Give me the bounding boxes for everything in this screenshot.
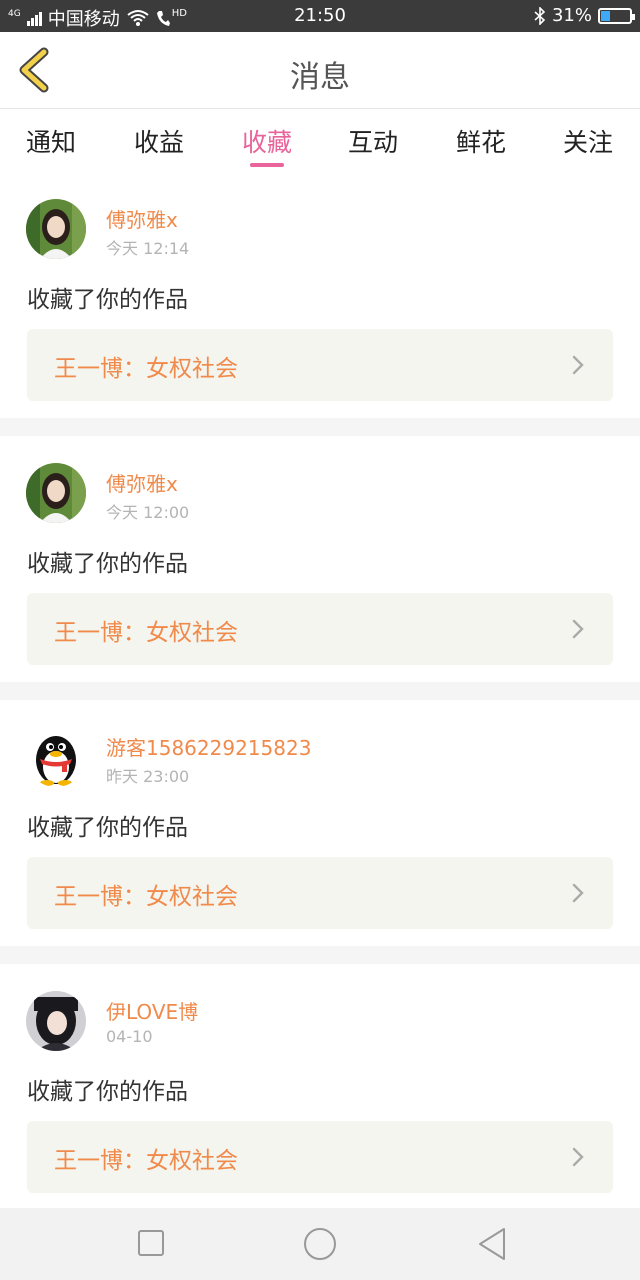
message-list: 傅弥雅x 今天 12:14 收藏了你的作品 王一博：女权社会 傅弥雅x 今天 1… <box>0 172 640 1210</box>
avatar[interactable] <box>26 199 86 259</box>
category-tabs: 通知 收益 收藏 互动 鲜花 关注 <box>0 109 640 171</box>
home-icon <box>304 1228 336 1260</box>
chevron-right-icon <box>572 883 584 903</box>
divider <box>0 682 640 700</box>
status-right: 31% <box>534 5 635 26</box>
chevron-right-icon <box>572 355 584 375</box>
app-header: 消息 <box>0 32 640 109</box>
work-title: 王一博：女权社会 <box>54 1148 238 1174</box>
recent-apps-button[interactable] <box>131 1226 171 1262</box>
work-title: 王一博：女权社会 <box>54 356 238 382</box>
work-link[interactable]: 王一博：女权社会 <box>27 857 613 929</box>
battery-percent: 31% <box>551 5 592 26</box>
action-text: 收藏了你的作品 <box>27 1079 188 1105</box>
recent-apps-icon <box>138 1230 164 1256</box>
action-text: 收藏了你的作品 <box>27 287 188 313</box>
girl-photo-avatar <box>26 463 86 523</box>
penguin-avatar <box>36 736 76 786</box>
divider <box>0 418 640 436</box>
battery-icon <box>598 7 635 24</box>
user-name[interactable]: 游客1586229215823 <box>106 732 311 761</box>
work-link[interactable]: 王一博：女权社会 <box>27 593 613 665</box>
home-button[interactable] <box>300 1226 340 1262</box>
chevron-right-icon <box>572 619 584 639</box>
nav-back-button[interactable] <box>472 1226 512 1262</box>
list-item: 游客1586229215823 昨天 23:00 收藏了你的作品 王一博：女权社… <box>0 700 640 946</box>
work-link[interactable]: 王一博：女权社会 <box>27 1121 613 1193</box>
girl-photo-avatar <box>26 199 86 259</box>
avatar[interactable] <box>26 463 86 523</box>
work-title: 王一博：女权社会 <box>54 620 238 646</box>
message-time: 04-10 <box>106 1027 153 1046</box>
message-time: 昨天 23:00 <box>106 767 190 786</box>
system-nav-bar <box>0 1208 640 1280</box>
status-bar: 4G 中国移动 HD 21:50 31% <box>0 0 640 32</box>
work-link[interactable]: 王一博：女权社会 <box>27 329 613 401</box>
list-item: 傅弥雅x 今天 12:14 收藏了你的作品 王一博：女权社会 <box>0 172 640 418</box>
avatar[interactable] <box>26 727 86 787</box>
action-text: 收藏了你的作品 <box>27 551 188 577</box>
action-text: 收藏了你的作品 <box>27 815 188 841</box>
list-item: 伊LOVE博 04-10 收藏了你的作品 王一博：女权社会 <box>0 964 640 1210</box>
user-name[interactable]: 伊LOVE博 <box>106 996 198 1025</box>
dark-hair-photo-avatar <box>26 991 86 1051</box>
bluetooth-icon <box>534 6 546 25</box>
page-title: 消息 <box>290 60 350 95</box>
avatar[interactable] <box>26 991 86 1051</box>
user-name[interactable]: 傅弥雅x <box>106 468 178 497</box>
tab-earnings[interactable]: 收益 <box>114 123 204 159</box>
message-time: 今天 12:00 <box>106 503 190 522</box>
tab-favorites[interactable]: 收藏 <box>222 123 312 167</box>
tab-flowers[interactable]: 鲜花 <box>436 123 526 159</box>
list-item: 傅弥雅x 今天 12:00 收藏了你的作品 王一博：女权社会 <box>0 436 640 682</box>
tab-notifications[interactable]: 通知 <box>6 123 96 159</box>
tab-following[interactable]: 关注 <box>543 123 633 159</box>
divider <box>0 946 640 964</box>
chevron-right-icon <box>572 1147 584 1167</box>
tab-interactions[interactable]: 互动 <box>328 123 418 159</box>
message-time: 今天 12:14 <box>106 239 190 258</box>
back-triangle-icon <box>479 1228 505 1260</box>
user-name[interactable]: 傅弥雅x <box>106 204 178 233</box>
work-title: 王一博：女权社会 <box>54 884 238 910</box>
